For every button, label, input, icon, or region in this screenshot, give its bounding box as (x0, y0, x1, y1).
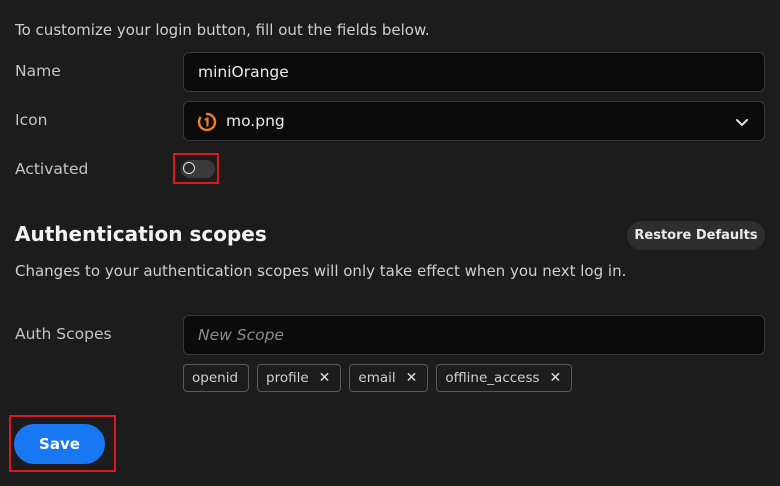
scope-chip-label: openid (192, 370, 239, 386)
scope-chip: openid (183, 364, 250, 392)
remove-scope-icon[interactable]: ✕ (550, 370, 562, 386)
name-label: Name (15, 62, 61, 80)
restore-defaults-button[interactable]: Restore Defaults (627, 221, 765, 250)
section-title: Authentication scopes (15, 222, 267, 246)
new-scope-input[interactable]: New Scope (183, 315, 765, 355)
scope-chip: profile ✕ (257, 364, 342, 392)
toggle-knob (183, 162, 195, 174)
chevron-down-icon (736, 119, 748, 126)
remove-scope-icon[interactable]: ✕ (319, 370, 331, 386)
icon-select[interactable]: mo.png (183, 101, 765, 141)
icon-select-value: mo.png (226, 112, 285, 130)
name-input[interactable]: miniOrange (183, 52, 765, 92)
intro-text: To customize your login button, fill out… (15, 21, 430, 39)
remove-scope-icon[interactable]: ✕ (406, 370, 418, 386)
activated-label: Activated (15, 160, 89, 178)
scopes-note: Changes to your authentication scopes wi… (15, 262, 627, 280)
scope-chip-label: offline_access (445, 370, 540, 386)
icon-label: Icon (15, 111, 48, 129)
scope-chip-label: email (358, 370, 396, 386)
login-button-settings: To customize your login button, fill out… (0, 0, 780, 486)
new-scope-placeholder: New Scope (198, 326, 284, 344)
scope-chip: offline_access ✕ (436, 364, 573, 392)
auth-scopes-label: Auth Scopes (15, 325, 112, 343)
miniorange-logo-icon (197, 112, 217, 132)
save-button[interactable]: Save (14, 424, 105, 464)
name-input-value: miniOrange (198, 63, 289, 81)
scope-chip: email ✕ (349, 364, 429, 392)
scope-chip-label: profile (266, 370, 309, 386)
activated-toggle[interactable] (181, 160, 215, 178)
scope-chip-list: openid profile ✕ email ✕ offline_access … (183, 364, 573, 392)
